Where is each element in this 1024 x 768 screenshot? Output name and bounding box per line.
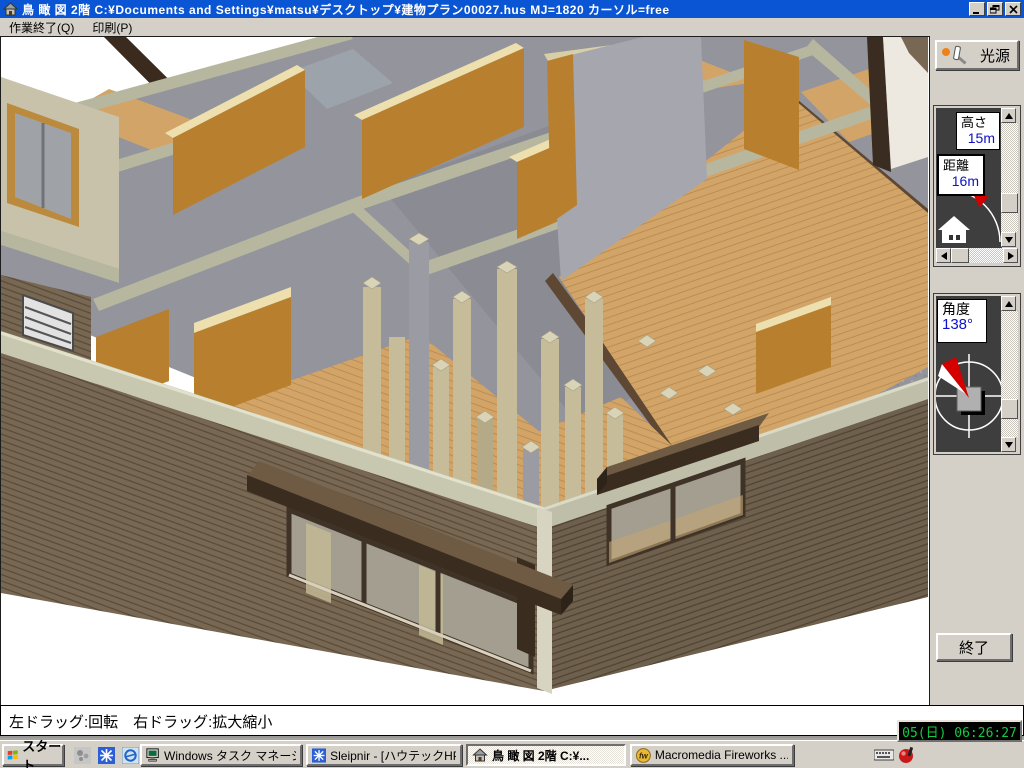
height-scroll-up[interactable] — [1001, 108, 1016, 123]
distance-scroll-right[interactable] — [1003, 248, 1018, 263]
task-label: Windows タスク マネージャ — [164, 747, 296, 764]
window-title: 鳥 瞰 図 2階 C:¥Documents and Settings¥matsu… — [22, 1, 969, 18]
task-button-birdview[interactable]: 鳥 瞰 図 2階 C:¥... — [466, 744, 626, 766]
height-label: 高さ — [957, 113, 999, 130]
fireworks-icon: fw — [636, 748, 651, 763]
angle-value: 138° — [938, 317, 986, 333]
angle-scroll-down[interactable] — [1001, 437, 1016, 452]
height-scroll-thumb[interactable] — [1001, 193, 1018, 213]
restore-button[interactable] — [987, 2, 1003, 16]
task-label: Macromedia Fireworks ... — [655, 748, 788, 762]
angle-display[interactable]: 角度 138° — [936, 296, 1002, 452]
task-label: 鳥 瞰 図 2階 C:¥... — [492, 747, 589, 764]
light-bulb-icon — [942, 46, 968, 66]
height-scroll-track2[interactable] — [1001, 213, 1018, 232]
compass-dial — [936, 354, 1002, 438]
angle-scroll-track2[interactable] — [1001, 419, 1018, 437]
task-button-sleipnir[interactable]: Sleipnir - [ハウテックHP] — [306, 744, 462, 766]
drag-hint-text: 左ドラッグ:回転 右ドラッグ:拡大縮小 — [1, 706, 1023, 732]
task-button-fireworks[interactable]: fw Macromedia Fireworks ... — [630, 744, 794, 766]
task-button-taskmanager[interactable]: Windows タスク マネージャ — [140, 744, 302, 766]
exit-button[interactable]: 終了 — [936, 633, 1012, 661]
svg-text:fw: fw — [639, 751, 649, 760]
title-bar: 鳥 瞰 図 2階 C:¥Documents and Settings¥matsu… — [0, 0, 1024, 18]
task-label: Sleipnir - [ハウテックHP] — [330, 747, 456, 764]
view-angle-panel: 角度 138° — [933, 293, 1021, 455]
distance-scroll-left[interactable] — [936, 248, 951, 263]
angle-label: 角度 — [938, 300, 986, 317]
angle-readout: 角度 138° — [937, 299, 987, 343]
height-value: 15m — [957, 130, 999, 146]
angle-scroll-track[interactable] — [1001, 311, 1018, 399]
quicklaunch-sleipnir-icon[interactable] — [96, 745, 116, 765]
birdview-scene — [1, 37, 929, 705]
height-scroll-down[interactable] — [1001, 232, 1016, 247]
quicklaunch-show-desktop-icon[interactable] — [72, 745, 92, 765]
application-window: 鳥 瞰 図 2階 C:¥Documents and Settings¥matsu… — [0, 0, 1024, 768]
height-scroll-track[interactable] — [1001, 123, 1018, 193]
exit-button-label: 終了 — [959, 637, 989, 658]
distance-scroll-track[interactable] — [969, 248, 1003, 263]
control-sidebar: 光源 高さ 15m — [930, 36, 1024, 706]
clock-text: 05(日) 06:26:27 — [902, 722, 1017, 741]
sleipnir-icon — [312, 748, 326, 763]
distance-scrollbar — [936, 248, 1018, 264]
distance-label: 距離 — [939, 156, 983, 173]
house-icon — [472, 748, 488, 762]
height-readout: 高さ 15m — [956, 112, 1000, 150]
angle-scroll-thumb[interactable] — [1001, 399, 1018, 419]
menu-bar: 作業終了(Q) 印刷(P) — [0, 18, 1024, 36]
task-manager-icon — [146, 748, 160, 762]
3d-viewport[interactable] — [0, 36, 930, 706]
distance-readout: 距離 16m — [937, 154, 985, 196]
keyboard-icon[interactable] — [874, 746, 894, 764]
menu-item-print[interactable]: 印刷(P) — [83, 18, 141, 37]
house-icon — [938, 216, 970, 243]
angle-scrollbar — [1001, 296, 1018, 452]
view-position-display[interactable]: 高さ 15m 距離 16m — [936, 108, 1002, 248]
distance-scroll-thumb[interactable] — [951, 248, 969, 263]
start-label: スタート — [22, 736, 62, 768]
height-scrollbar — [1001, 108, 1018, 247]
app-house-icon — [3, 2, 18, 16]
distance-value: 16m — [939, 173, 983, 189]
windows-logo-icon — [7, 748, 19, 762]
minimize-button[interactable] — [969, 2, 985, 16]
status-bar: 左ドラッグ:回転 右ドラッグ:拡大縮小 — [0, 705, 1024, 736]
light-source-button[interactable]: 光源 — [935, 40, 1019, 70]
start-button[interactable]: スタート — [2, 744, 64, 766]
close-button[interactable] — [1005, 2, 1021, 16]
pointing-device-icon[interactable] — [897, 746, 917, 764]
angle-scroll-up[interactable] — [1001, 296, 1016, 311]
taskbar: スタート Windows タスク マ — [0, 740, 1024, 768]
desktop-clock-widget: 05(日) 06:26:27 — [897, 720, 1022, 742]
light-source-label: 光源 — [980, 45, 1010, 66]
quicklaunch-browser-icon[interactable] — [120, 745, 140, 765]
menu-item-quit[interactable]: 作業終了(Q) — [0, 18, 83, 37]
view-position-panel: 高さ 15m 距離 16m — [933, 105, 1021, 267]
